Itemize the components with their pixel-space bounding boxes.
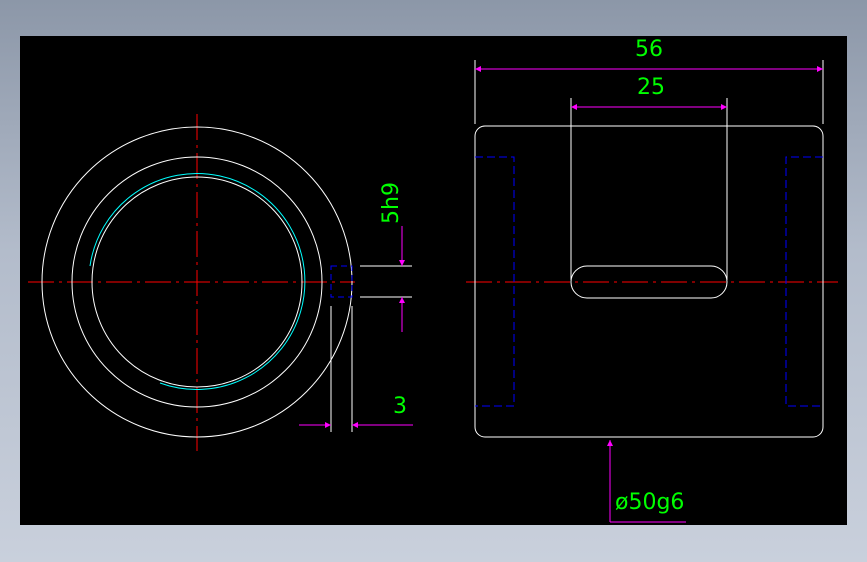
dim-text-overall-length: 56 [635, 37, 663, 62]
cad-drawing [28, 60, 838, 523]
side-view [466, 60, 838, 523]
dim-text-key-width: 5h9 [379, 182, 404, 224]
dim-text-key-depth: 3 [393, 394, 407, 419]
drawing-canvas: 56 25 5h9 3 ø50g6 [20, 36, 847, 525]
dim-text-outer-diameter: ø50g6 [615, 490, 685, 515]
dim-text-slot-length: 25 [637, 75, 665, 100]
end-view [28, 114, 413, 451]
